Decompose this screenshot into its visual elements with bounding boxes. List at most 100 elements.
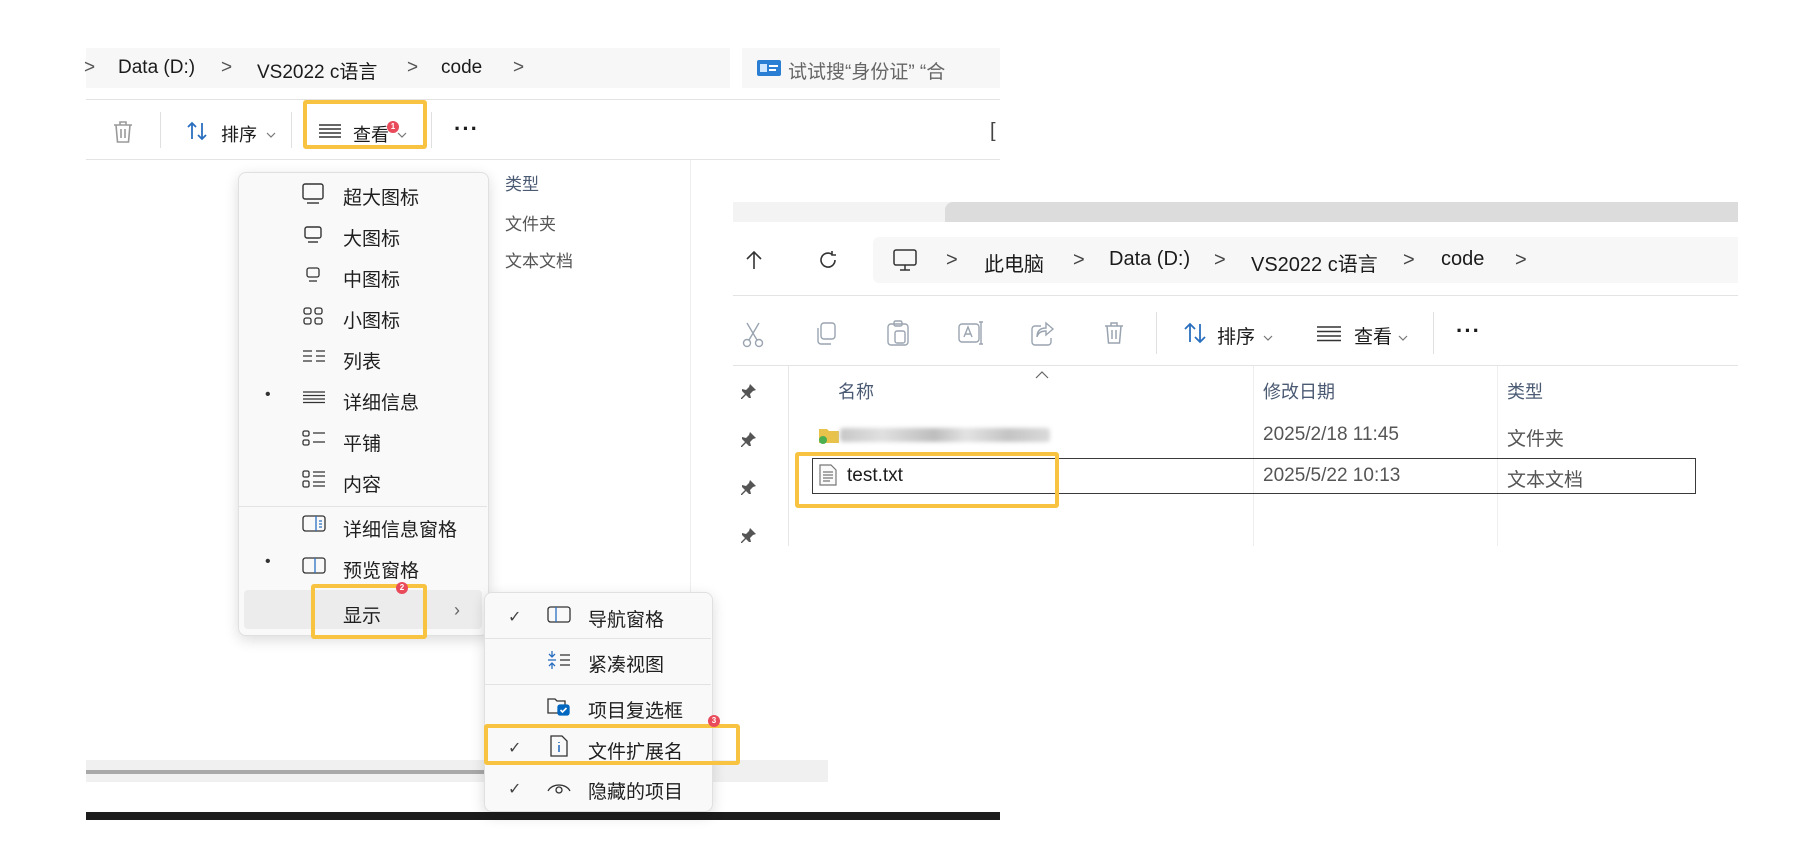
breadcrumb-this-pc[interactable]: 此电脑 xyxy=(984,248,1044,277)
sort-button[interactable]: 排序 xyxy=(1217,322,1255,349)
highlight-show-item xyxy=(311,584,427,639)
toolbar-divider xyxy=(160,112,161,148)
menu-item-large-icons[interactable]: 大图标 xyxy=(343,224,400,251)
hidden-items-icon xyxy=(547,779,571,800)
compact-view-icon xyxy=(547,650,571,675)
breadcrumb-chevron: > xyxy=(1073,249,1085,271)
folder-icon xyxy=(818,425,840,450)
chevron-down-icon xyxy=(1263,329,1273,347)
grid-small-icon xyxy=(303,307,323,330)
menu-item-details-pane[interactable]: 详细信息窗格 xyxy=(343,515,457,542)
pin-icon[interactable] xyxy=(741,383,757,404)
breadcrumb-chevron: > xyxy=(1214,249,1226,271)
view-button[interactable]: 查看 xyxy=(1354,322,1392,349)
menu-divider xyxy=(485,638,711,639)
breadcrumb-chevron: > xyxy=(513,57,525,78)
breadcrumb-chevron: > xyxy=(221,57,233,78)
refresh-icon[interactable] xyxy=(818,250,838,275)
breadcrumb-chevron: > xyxy=(1515,249,1527,271)
menu-item-small-icons[interactable]: 小图标 xyxy=(343,306,400,333)
more-options-button[interactable]: ··· xyxy=(454,116,479,142)
pin-icon[interactable] xyxy=(741,527,757,548)
column-header-type[interactable]: 类型 xyxy=(505,170,539,195)
column-divider[interactable] xyxy=(1497,366,1498,546)
breadcrumb-folder-vs2022[interactable]: VS2022 c语言 xyxy=(1251,248,1378,277)
menu-divider xyxy=(239,506,487,507)
menu-item-preview-pane[interactable]: 预览窗格 xyxy=(343,556,419,583)
menu-item-tiles[interactable]: 平铺 xyxy=(343,429,381,456)
highlight-view-button xyxy=(303,100,427,149)
step-badge-1: 1 xyxy=(387,121,399,133)
menu-item-content[interactable]: 内容 xyxy=(343,470,381,497)
menu-item-medium-icons[interactable]: 中图标 xyxy=(343,265,400,292)
highlight-test-file xyxy=(795,452,1059,508)
up-arrow-icon[interactable] xyxy=(745,250,763,275)
sort-icon xyxy=(186,121,208,146)
divider xyxy=(733,295,1738,296)
breadcrumb-drive[interactable]: Data (D:) xyxy=(1109,248,1190,271)
toolbar-divider xyxy=(291,112,292,148)
pin-icon[interactable] xyxy=(741,431,757,452)
breadcrumb-chevron: > xyxy=(84,57,96,78)
id-card-icon xyxy=(757,60,781,81)
submenu-item-compact-view[interactable]: 紧凑视图 xyxy=(588,650,664,677)
menu-divider xyxy=(485,684,711,685)
toolbar-divider xyxy=(431,112,432,148)
monitor-l-icon xyxy=(304,226,322,249)
monitor-m-icon xyxy=(306,267,320,288)
content-icon xyxy=(302,470,326,493)
paste-icon[interactable] xyxy=(887,320,909,351)
row-type: 文件夹 xyxy=(1507,429,1565,450)
row-type: 文本文档 xyxy=(1507,470,1584,491)
list-icon xyxy=(302,349,326,368)
breadcrumb-chevron: > xyxy=(407,57,419,78)
submenu-item-hidden-items[interactable]: 隐藏的项目 xyxy=(588,777,683,804)
column-header-type[interactable]: 类型 xyxy=(1507,378,1543,404)
column-header-modified[interactable]: 修改日期 xyxy=(1263,378,1335,404)
delete-icon[interactable] xyxy=(112,120,134,149)
browser-tab[interactable] xyxy=(945,202,1738,222)
toolbar-divider xyxy=(1156,312,1157,354)
view-lines-icon xyxy=(1316,325,1342,348)
divider xyxy=(86,159,1000,160)
selected-bullet: • xyxy=(265,386,271,403)
menu-item-list[interactable]: 列表 xyxy=(343,347,381,374)
blurred-folder-name xyxy=(840,428,1050,442)
cut-icon[interactable] xyxy=(742,322,764,353)
breadcrumb-folder-code[interactable]: code xyxy=(441,57,482,79)
breadcrumb-drive[interactable]: Data (D:) xyxy=(118,57,195,79)
rename-icon[interactable] xyxy=(958,321,984,350)
submenu-item-nav-pane[interactable]: 导航窗格 xyxy=(588,605,664,632)
column-divider[interactable] xyxy=(1253,366,1254,546)
breadcrumb-chevron: > xyxy=(1403,249,1415,271)
chevron-down-icon xyxy=(266,126,276,144)
column-header-name[interactable]: 名称 xyxy=(838,378,874,404)
sort-ascending-icon xyxy=(1035,366,1049,384)
row-modified: 2025/2/18 11:45 xyxy=(1263,424,1399,445)
taskbar-edge xyxy=(86,812,1000,820)
submenu-arrow: › xyxy=(454,600,460,620)
breadcrumb-folder-vs2022[interactable]: VS2022 c语言 xyxy=(257,57,377,84)
search-placeholder: 试试搜“身份证” “合 xyxy=(788,62,946,83)
menu-item-extra-large-icons[interactable]: 超大图标 xyxy=(343,183,419,210)
more-options-button[interactable]: ··· xyxy=(1456,318,1481,344)
pin-icon[interactable] xyxy=(741,479,757,500)
delete-icon[interactable] xyxy=(1103,321,1125,350)
toolbar-divider xyxy=(1433,312,1434,354)
this-pc-icon xyxy=(893,249,917,276)
chevron-down-icon xyxy=(1398,329,1408,347)
item-checkbox-icon xyxy=(547,696,571,721)
step-badge-3: 3 xyxy=(708,715,720,727)
horizontal-scrollbar-thumb[interactable] xyxy=(86,770,496,774)
sort-icon xyxy=(1183,322,1207,349)
menu-item-details[interactable]: 详细信息 xyxy=(343,388,419,415)
sort-button[interactable]: 排序 xyxy=(221,121,257,147)
highlight-file-extensions xyxy=(484,724,740,765)
clipped-toolbar-edge: [ xyxy=(990,120,996,142)
share-icon[interactable] xyxy=(1031,321,1055,351)
breadcrumb-chevron: > xyxy=(946,249,958,271)
pane-divider xyxy=(788,366,789,546)
copy-icon[interactable] xyxy=(815,322,837,351)
submenu-item-item-checkboxes[interactable]: 项目复选框 xyxy=(588,696,683,723)
breadcrumb-folder-code[interactable]: code xyxy=(1441,248,1484,271)
